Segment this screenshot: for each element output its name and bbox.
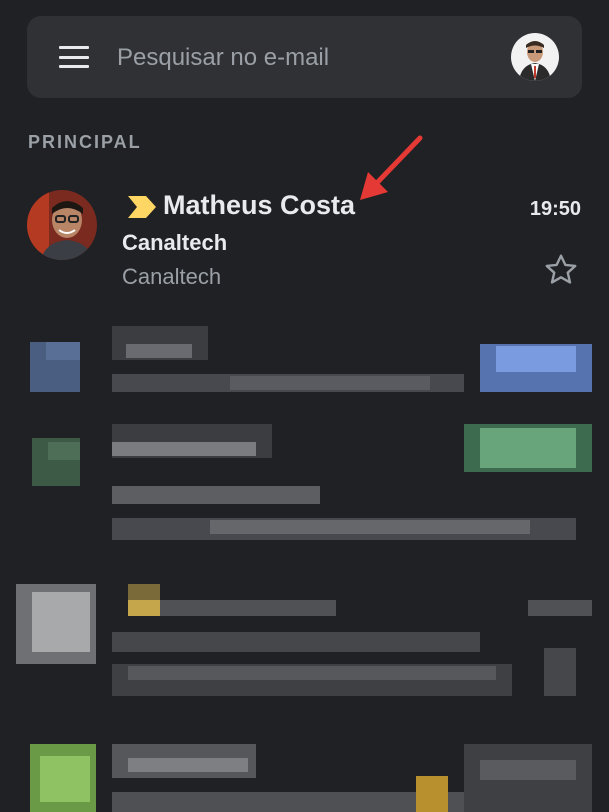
email-snippet: Canaltech — [122, 264, 222, 289]
section-label: PRINCIPAL — [28, 132, 142, 152]
search-input[interactable] — [115, 40, 489, 76]
menu-icon[interactable] — [59, 46, 89, 68]
importance-marker-icon[interactable] — [128, 196, 156, 218]
email-time: 19:50 — [529, 198, 581, 220]
star-icon[interactable] — [543, 252, 579, 288]
sender-name: Matheus Costa — [163, 190, 356, 220]
email-subject: Canaltech — [122, 230, 228, 255]
search-bar[interactable] — [27, 16, 582, 98]
sender-avatar[interactable] — [27, 190, 97, 260]
email-list-item[interactable]: Matheus Costa 19:50 Canaltech Canaltech — [0, 180, 609, 300]
account-avatar[interactable] — [511, 33, 559, 81]
blurred-email-list — [0, 310, 609, 812]
